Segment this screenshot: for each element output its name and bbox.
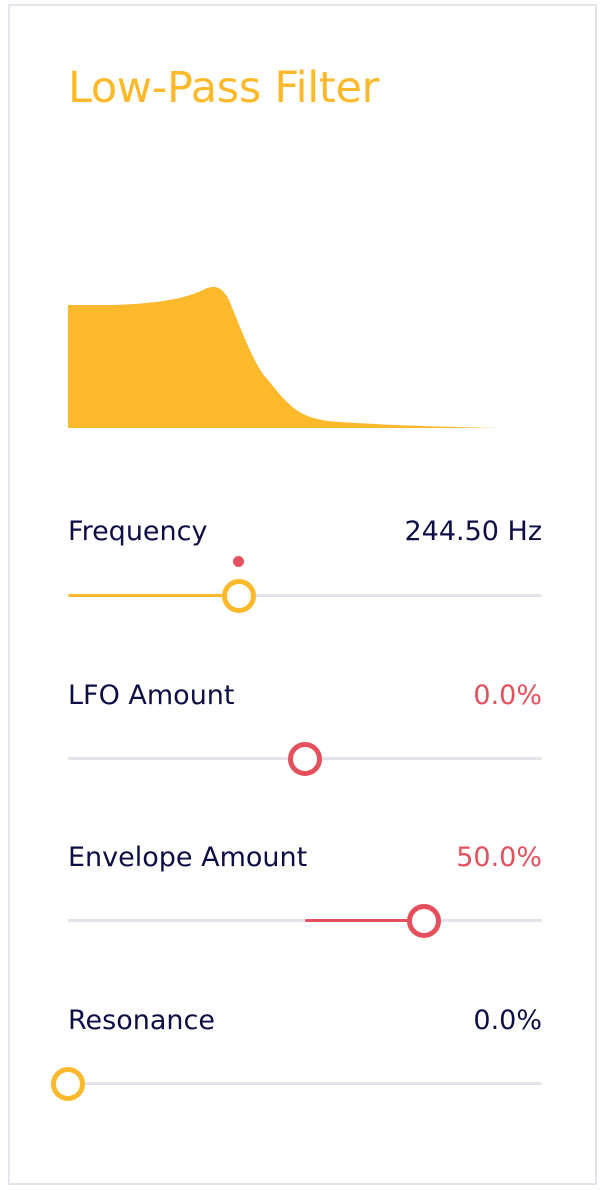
frequency-value: 244.50 Hz (404, 516, 542, 547)
envelope-amount-value: 50.0% (456, 842, 542, 873)
envelope-amount-slider-fill (305, 919, 424, 922)
resonance-slider-thumb[interactable] (51, 1066, 85, 1101)
frequency-slider[interactable] (68, 556, 542, 613)
frequency-slider-thumb[interactable] (221, 578, 256, 613)
frequency-label: Frequency (68, 516, 208, 547)
envelope-amount-label: Envelope Amount (68, 842, 308, 873)
panel-title: Low-Pass Filter (68, 63, 380, 113)
resonance-label: Resonance (68, 1005, 215, 1036)
resonance-value: 0.0% (473, 1005, 542, 1036)
filter-response-graph (68, 280, 542, 430)
envelope-amount-slider[interactable] (68, 903, 542, 938)
frequency-slider-fill (68, 594, 239, 597)
lfo-amount-value: 0.0% (473, 680, 542, 711)
lfo-amount-slider[interactable] (68, 741, 542, 776)
resonance-slider[interactable] (51, 1066, 542, 1101)
filter-curve-area (68, 286, 498, 428)
envelope-amount-slider-thumb[interactable] (406, 903, 441, 938)
lfo-amount-label: LFO Amount (68, 680, 235, 711)
filter-response-curve (68, 286, 498, 428)
lfo-amount-slider-thumb[interactable] (288, 741, 322, 776)
